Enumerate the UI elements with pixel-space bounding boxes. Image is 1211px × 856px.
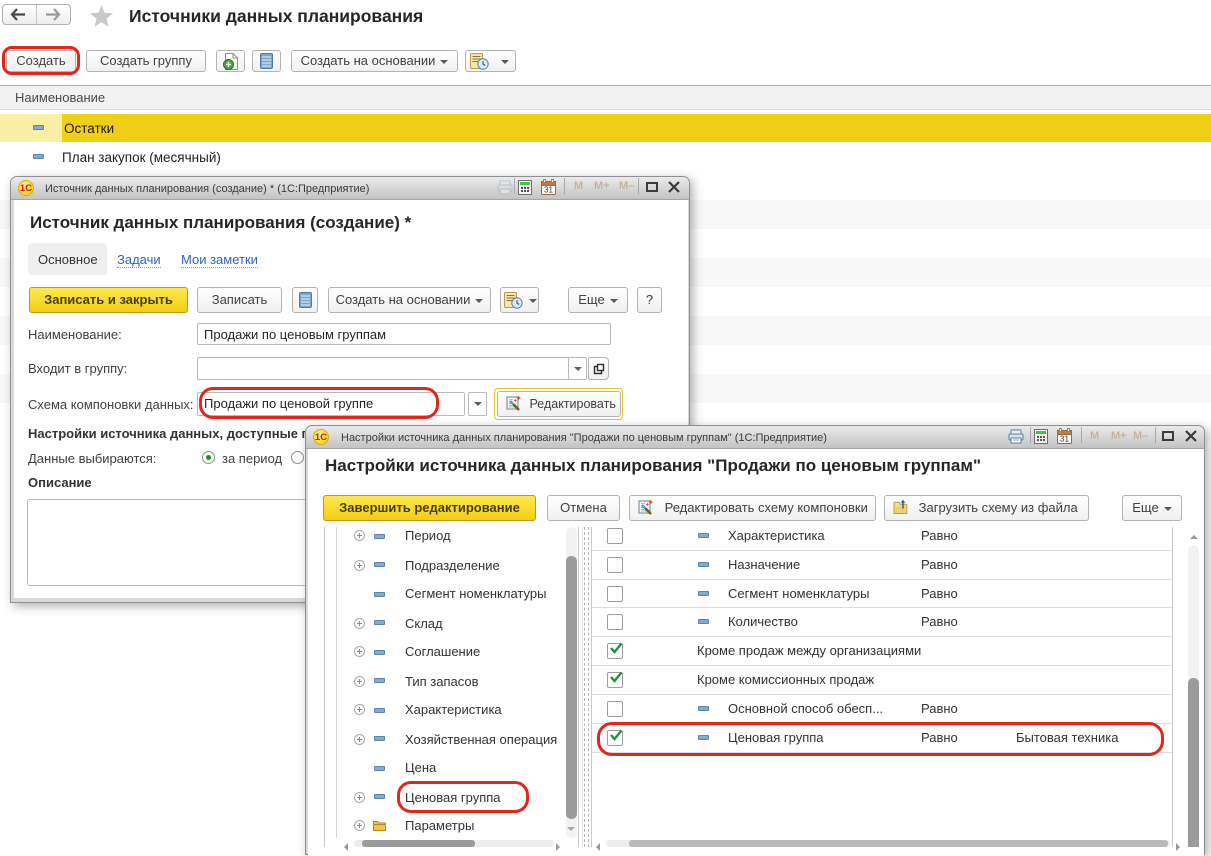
svg-text:31: 31 [544, 186, 553, 195]
svg-text:31: 31 [1060, 435, 1069, 444]
